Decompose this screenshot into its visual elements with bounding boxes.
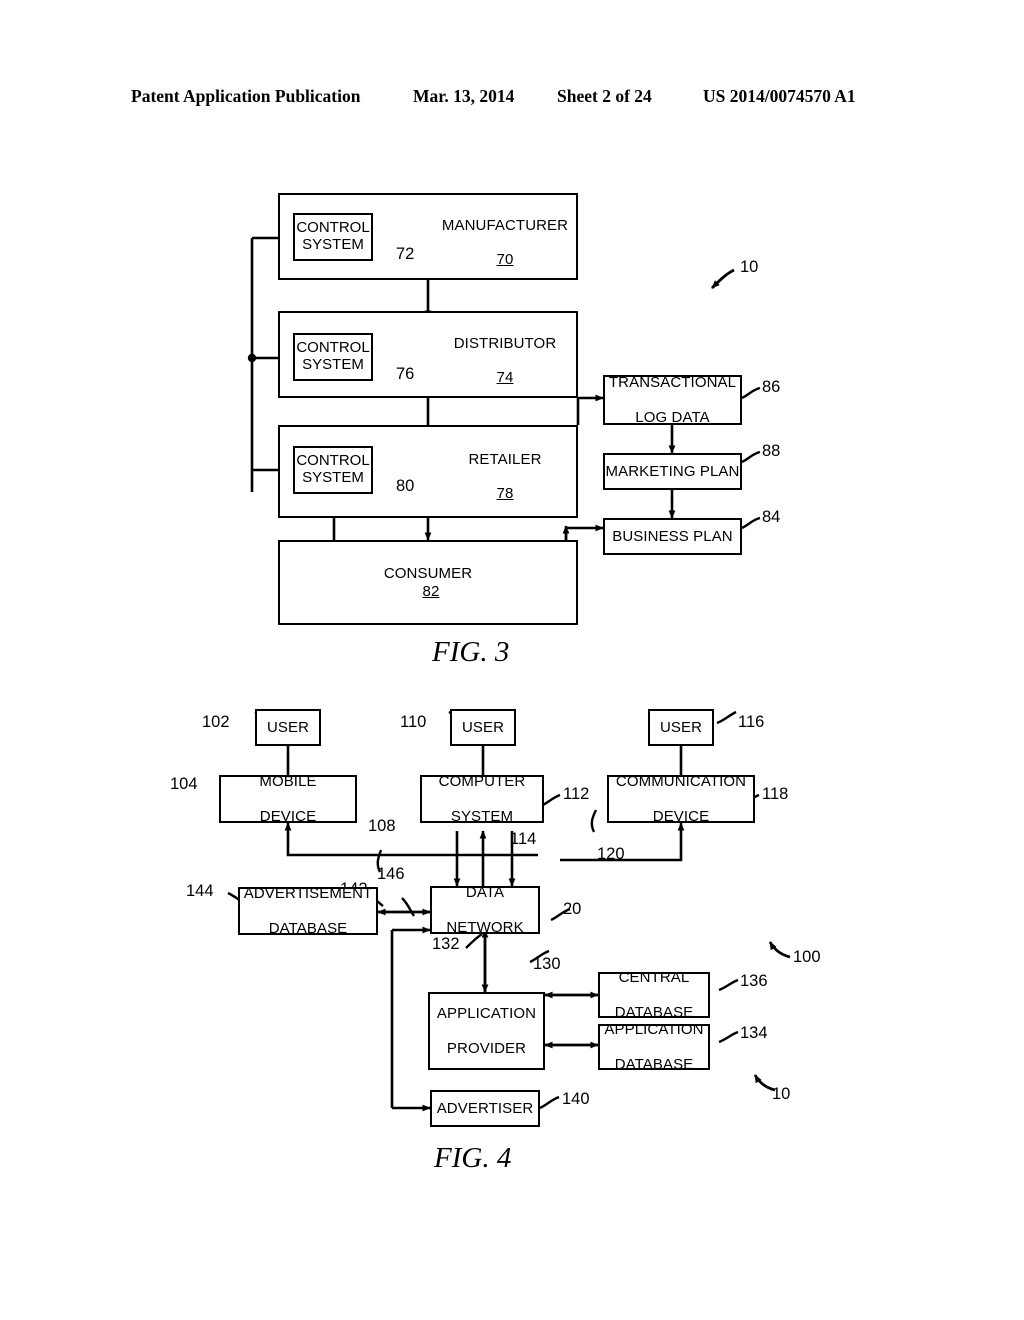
bus-junction-dot (247, 353, 257, 363)
node-computer-system: COMPUTER SYSTEM (420, 773, 544, 825)
tld-line1: TRANSACTIONAL (608, 374, 737, 392)
control-system-retailer: CONTROL SYSTEM (293, 446, 373, 494)
ref-system-10-fig4: 10 (772, 1085, 791, 1103)
ref-144: 144 (186, 882, 214, 900)
figure-3-caption: FIG. 3 (432, 636, 510, 668)
ref-132: 132 (432, 935, 460, 953)
header-date: Mar. 13, 2014 (413, 86, 515, 106)
ref-72: 72 (396, 245, 415, 263)
node-application-database: APPLICATION DATABASE (598, 1021, 710, 1073)
consumer-ref: 82 (422, 582, 440, 600)
user-comm-label: USER (659, 718, 703, 736)
user-mobile-label: USER (266, 718, 310, 736)
header-sheet: Sheet 2 of 24 (557, 86, 652, 106)
ref-system-10: 10 (740, 258, 759, 276)
node-central-database: CENTRAL DATABASE (598, 969, 710, 1021)
node-transactional-log-data: TRANSACTIONAL LOG DATA (603, 374, 742, 426)
ref-86: 86 (762, 378, 781, 396)
app-provider-line1: APPLICATION (436, 1005, 537, 1023)
cs-manufacturer-line2: SYSTEM (302, 236, 364, 253)
node-marketing-plan: MARKETING PLAN (603, 453, 742, 490)
ref-108: 108 (368, 817, 396, 835)
node-communication-device: COMMUNICATION DEVICE (607, 773, 755, 825)
manufacturer-label: MANUFACTURER (441, 217, 569, 234)
data-network-line1: DATA (465, 884, 505, 902)
cs-manufacturer-line1: CONTROL (296, 219, 370, 237)
ref-112: 112 (563, 785, 590, 803)
ref-88: 88 (762, 442, 781, 460)
tld-line2: LOG DATA (635, 408, 710, 426)
consumer-label: CONSUMER (383, 565, 473, 583)
app-db-line2: DATABASE (614, 1055, 694, 1073)
control-system-manufacturer: CONTROL SYSTEM (293, 213, 373, 261)
retailer-label: RETAILER (468, 451, 542, 468)
node-user-comm: USER (648, 709, 714, 746)
node-data-network: DATA NETWORK (430, 884, 540, 936)
ref-114: 114 (510, 830, 537, 848)
ref-140: 140 (562, 1090, 590, 1108)
cs-distributor-line1: CONTROL (296, 339, 370, 357)
distributor-label: DISTRIBUTOR (453, 335, 557, 352)
ref-system-100: 100 (793, 948, 821, 966)
ref-118: 118 (762, 785, 789, 803)
marketing-plan-label: MARKETING PLAN (605, 462, 740, 480)
ref-120: 120 (597, 845, 625, 863)
ref-84: 84 (762, 508, 781, 526)
ad-db-line2: DATABASE (268, 919, 348, 937)
node-advertisement-database: ADVERTISEMENT DATABASE (238, 885, 378, 937)
ref-134: 134 (740, 1024, 768, 1042)
ref-146: 146 (377, 865, 405, 883)
node-advertiser: ADVERTISER (430, 1090, 540, 1127)
app-provider-line2: PROVIDER (446, 1039, 527, 1057)
ref-102: 102 (202, 713, 230, 731)
ref-104: 104 (170, 775, 198, 793)
comm-device-line1: COMMUNICATION (615, 773, 747, 791)
figure-4: USER 102 USER 110 USER 116 MOBILE DEVICE… (0, 690, 1024, 1200)
page-header: Patent Application Publication Mar. 13, … (0, 86, 1024, 114)
node-business-plan: BUSINESS PLAN (603, 518, 742, 555)
computer-system-line2: SYSTEM (450, 807, 514, 825)
control-system-distributor: CONTROL SYSTEM (293, 333, 373, 381)
user-computer-label: USER (461, 718, 505, 736)
node-user-computer: USER (450, 709, 516, 746)
ref-20: 20 (563, 900, 582, 918)
computer-system-line1: COMPUTER (438, 773, 526, 791)
mobile-device-line1: MOBILE (259, 773, 317, 791)
header-patent-number: US 2014/0074570 A1 (703, 86, 856, 106)
mobile-device-line2: DEVICE (259, 807, 317, 825)
node-consumer: CONSUMER 82 (278, 540, 578, 625)
data-network-line2: NETWORK (446, 918, 524, 936)
cs-retailer-line1: CONTROL (296, 452, 370, 470)
node-user-mobile: USER (255, 709, 321, 746)
app-db-line1: APPLICATION (604, 1021, 704, 1039)
ad-db-line1: ADVERTISEMENT (243, 885, 373, 903)
ref-116: 116 (738, 713, 765, 731)
advertiser-label: ADVERTISER (436, 1099, 534, 1117)
ref-80: 80 (396, 477, 415, 495)
retailer-ref: 78 (496, 485, 514, 503)
comm-device-line2: DEVICE (652, 807, 710, 825)
business-plan-label: BUSINESS PLAN (612, 527, 733, 545)
figure-3: MANUFACTURER 70 CONTROL SYSTEM 72 DISTRI… (0, 170, 1024, 670)
ref-136: 136 (740, 972, 768, 990)
cs-distributor-line2: SYSTEM (302, 356, 364, 373)
central-db-line2: DATABASE (614, 1003, 694, 1021)
cs-retailer-line2: SYSTEM (302, 469, 364, 486)
node-mobile-device: MOBILE DEVICE (219, 773, 357, 825)
node-application-provider: APPLICATION PROVIDER (428, 992, 545, 1070)
ref-110: 110 (400, 713, 427, 731)
figure-4-caption: FIG. 4 (434, 1142, 512, 1174)
distributor-ref: 74 (496, 369, 514, 387)
ref-76: 76 (396, 365, 415, 383)
central-db-line1: CENTRAL (618, 969, 690, 987)
header-publication: Patent Application Publication (131, 86, 361, 106)
manufacturer-ref: 70 (496, 251, 514, 269)
ref-130: 130 (533, 955, 561, 973)
